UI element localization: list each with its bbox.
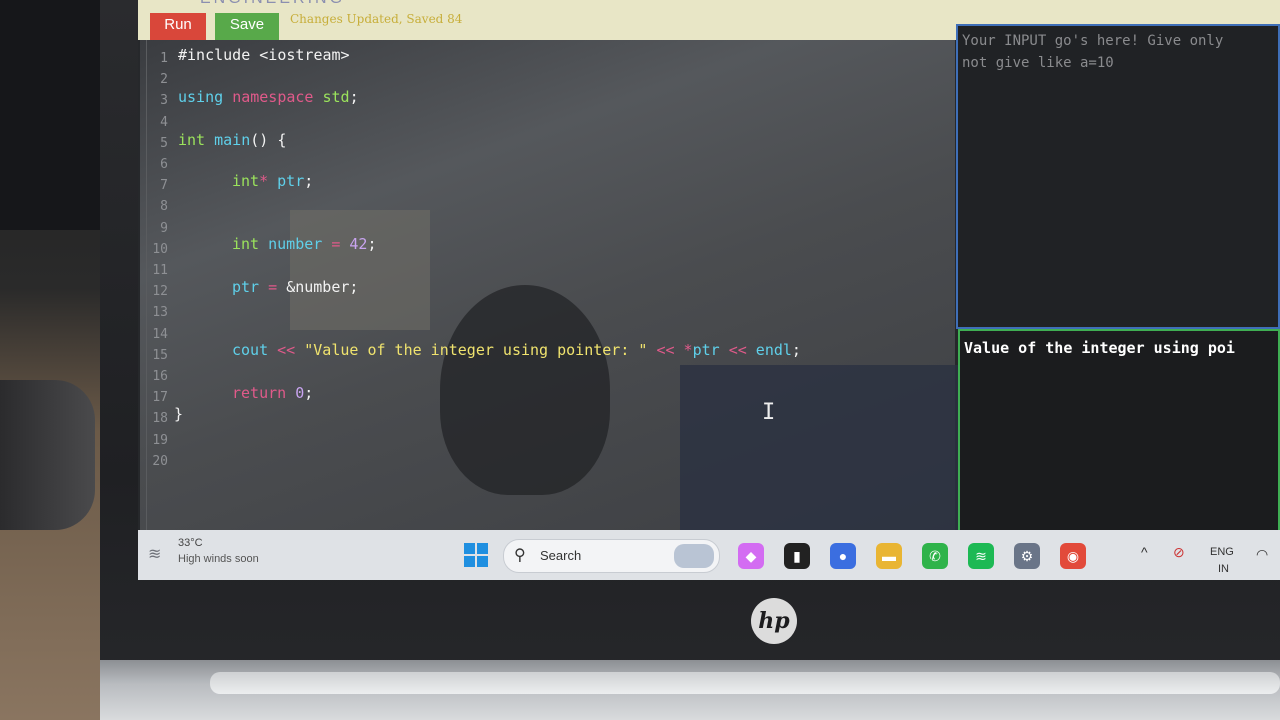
output-panel: Value of the integer using poi	[958, 329, 1280, 534]
spotify-icon[interactable]: ≋	[968, 543, 994, 569]
meet-icon[interactable]: ●	[830, 543, 856, 569]
region-indicator[interactable]: IN	[1218, 563, 1229, 575]
line-number: 9	[160, 220, 168, 236]
taskbar-search[interactable]: ⚲ Search	[503, 539, 720, 573]
search-icon: ⚲	[514, 547, 526, 564]
line-number: 19	[152, 432, 168, 448]
taskbar: ≋ 33°C High winds soon ⚲ Search ◆ ▮ ● ▬ ✆ ≋ ⚙ ◉…	[138, 530, 1280, 580]
line-number: 10	[152, 241, 168, 257]
line-number: 20	[152, 453, 168, 469]
language-indicator[interactable]: ENG	[1210, 546, 1234, 558]
code-line-15: cout << "Value of the integer using poin…	[232, 341, 801, 359]
line-number: 2	[160, 72, 168, 88]
computer-mouse	[0, 380, 95, 530]
line-number: 16	[152, 369, 168, 384]
folder-icon[interactable]: ▬	[876, 543, 902, 569]
line-number: 8	[160, 199, 168, 215]
copilot-icon[interactable]: ◆	[738, 543, 764, 569]
code-line-17: return 0;	[232, 384, 314, 402]
brand-title: ENGINEERING	[200, 0, 345, 8]
line-number: 6	[160, 157, 168, 172]
terminal-icon[interactable]: ▮	[784, 543, 810, 569]
input-placeholder[interactable]: Your INPUT go's here! Give only not give…	[962, 30, 1280, 74]
chevron-up-icon[interactable]: ^	[1141, 544, 1148, 560]
code-line-3: using namespace std;	[178, 88, 359, 106]
text-cursor-icon: I	[762, 400, 776, 425]
code-line-5: int main() {	[178, 131, 287, 149]
save-status-text: Changes Updated, Saved 84	[290, 12, 463, 26]
input-panel[interactable]: Your INPUT go's here! Give only not give…	[956, 24, 1280, 329]
line-number: 7	[160, 178, 168, 194]
wind-icon[interactable]: ≋	[148, 544, 170, 563]
hp-logo: hp	[751, 598, 797, 644]
code-line-12: ptr = &number;	[232, 278, 359, 296]
laptop-screen: ENGINEERING Run Save Changes Updated, Sa…	[138, 0, 1280, 580]
code-line-7: int* ptr;	[232, 172, 314, 190]
line-number: 14	[152, 326, 168, 342]
line-number: 3	[160, 93, 168, 109]
line-number: 13	[152, 305, 168, 321]
code-line-10: int number = 42;	[232, 235, 377, 253]
settings-icon[interactable]: ⚙	[1014, 543, 1040, 569]
save-button[interactable]: Save	[215, 13, 279, 41]
search-label: Search	[540, 548, 582, 563]
search-highlight-image	[674, 544, 714, 568]
line-number: 4	[160, 114, 168, 130]
hinge-slot	[210, 672, 1280, 694]
second-monitor	[0, 0, 105, 230]
network-status-icon[interactable]: ⊘	[1173, 544, 1185, 561]
screen-reflection	[680, 365, 960, 530]
chrome-icon[interactable]: ◉	[1060, 543, 1086, 569]
windows-start-icon[interactable]	[464, 543, 488, 567]
line-number: 17	[152, 390, 168, 406]
wifi-icon[interactable]: ◠	[1256, 546, 1268, 563]
output-text: Value of the integer using poi	[964, 339, 1235, 357]
code-line-1: #include <iostream>	[178, 46, 350, 64]
code-line-18: }	[174, 405, 184, 423]
line-number: 5	[160, 135, 168, 151]
weather-description[interactable]: High winds soon	[178, 553, 259, 565]
line-number: 12	[152, 284, 168, 300]
screen-reflection	[290, 210, 430, 330]
run-button[interactable]: Run	[150, 13, 206, 41]
whatsapp-icon[interactable]: ✆	[922, 543, 948, 569]
line-number: 11	[152, 263, 168, 278]
line-number: 18	[152, 411, 168, 427]
line-number: 15	[152, 347, 168, 363]
screen-reflection	[440, 285, 610, 495]
weather-temperature[interactable]: 33°C	[178, 537, 203, 549]
line-number: 1	[160, 51, 168, 66]
code-editor[interactable]: 1 2 3 4 5 6 7 8 9 10 11 12 13 14 15 16 17 18 19 20 #include…	[140, 40, 960, 530]
